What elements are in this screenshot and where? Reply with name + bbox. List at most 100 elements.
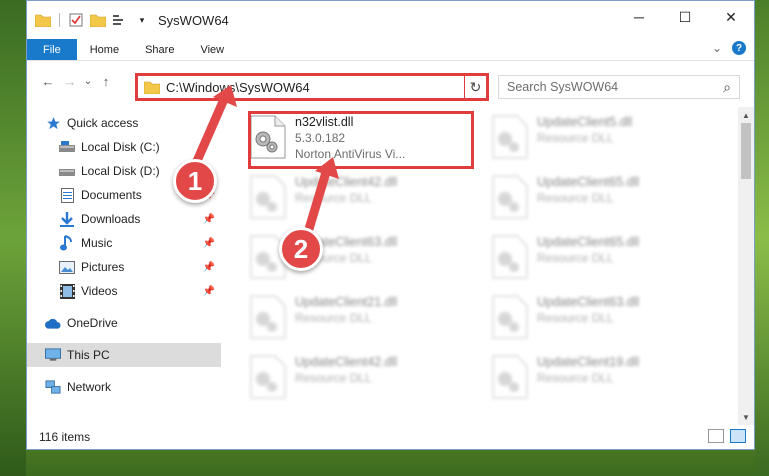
dll-file-icon [492,295,528,339]
new-folder-icon[interactable] [90,12,106,28]
sidebar-item-network[interactable]: Network [27,375,221,399]
pin-icon[interactable]: 📌 [203,238,215,249]
dll-file-icon [492,175,528,219]
file-description: Resource DLL [537,311,614,325]
scrollbar-thumb[interactable] [741,123,751,179]
minimize-button[interactable]: ─ [616,1,662,33]
file-item[interactable]: UpdateClient65.dll Resource DLL [489,231,709,287]
tab-share[interactable]: Share [132,39,187,60]
pin-icon[interactable]: 📌 [203,262,215,273]
file-item[interactable]: UpdateClient5.dll Resource DLL [489,111,709,167]
window-controls: ─ ☐ ✕ [616,1,754,33]
file-item[interactable]: UpdateClient63.dll Resource DLL [489,291,709,347]
desktop-background-left [0,0,26,476]
sidebar-item-downloads[interactable]: Downloads 📌 [27,207,221,231]
file-name: UpdateClient42.dll [295,175,398,189]
file-highlight-box [248,111,474,169]
help-icon[interactable]: ? [732,41,746,55]
file-name: UpdateClient65.dll [537,235,640,249]
view-switcher [708,429,746,443]
file-description: Resource DLL [295,371,372,385]
explorer-window: ▾ SysWOW64 ─ ☐ ✕ File Home Share View ⌄ … [26,0,755,450]
details-view-button[interactable] [708,429,724,443]
search-placeholder: Search SysWOW64 [507,80,619,94]
sidebar-item-label: Music [81,236,113,250]
recent-locations-button[interactable]: ⌄ [81,70,95,92]
customize-toolbar-icon[interactable] [112,12,128,28]
address-path[interactable]: C:\Windows\SysWOW64 [138,80,468,95]
file-description: Resource DLL [295,311,372,325]
ribbon-tabs: File Home Share View ⌄ ? [27,39,754,61]
cloud-icon [45,315,61,331]
file-name: UpdateClient19.dll [537,355,640,369]
file-name: UpdateClient65.dll [537,175,640,189]
folder-icon [35,12,51,28]
sidebar-item-label: Local Disk (C:) [81,140,160,154]
callout-two: 2 [279,227,323,271]
network-icon [45,379,61,395]
refresh-button[interactable]: ↻ [464,73,489,101]
sidebar-item-label: OneDrive [67,316,118,330]
forward-button[interactable]: → [59,70,81,92]
file-details: UpdateClient65.dll Resource DLL [537,231,639,265]
file-name: UpdateClient42.dll [295,355,398,369]
desktop-background-right [755,0,769,476]
file-details: UpdateClient42.dll Resource DLL [295,351,397,385]
large-icons-view-button[interactable] [730,429,746,443]
sidebar-item-pictures[interactable]: Pictures 📌 [27,255,221,279]
close-button[interactable]: ✕ [708,1,754,33]
maximize-button[interactable]: ☐ [662,1,708,33]
music-icon [59,235,75,251]
dll-file-icon [250,295,286,339]
callout-one: 1 [173,159,217,203]
file-item[interactable]: UpdateClient42.dll Resource DLL [247,351,467,407]
scroll-up-icon[interactable]: ▲ [738,107,754,123]
pin-icon[interactable]: 📌 [203,214,215,225]
properties-icon[interactable] [68,12,84,28]
sidebar-item-music[interactable]: Music 📌 [27,231,221,255]
title-bar: ▾ SysWOW64 ─ ☐ ✕ [27,1,754,39]
file-item[interactable]: UpdateClient42.dll Resource DLL [247,171,467,227]
ribbon-controls: ⌄ ? [712,41,746,55]
tab-file[interactable]: File [27,39,77,60]
expand-ribbon-icon[interactable]: ⌄ [712,41,722,55]
video-icon [59,283,75,299]
dll-file-icon [250,355,286,399]
file-description: Resource DLL [537,371,614,385]
file-description: Resource DLL [537,251,614,265]
sidebar-item-this-pc[interactable]: This PC [27,343,221,367]
vertical-scrollbar[interactable]: ▲ ▼ [738,107,754,425]
pictures-icon [59,259,75,275]
scroll-down-icon[interactable]: ▼ [738,409,754,425]
file-details: UpdateClient42.dll Resource DLL [295,171,397,205]
sidebar-item-label: Downloads [81,212,141,226]
file-item[interactable]: UpdateClient21.dll Resource DLL [247,291,467,347]
file-details: UpdateClient5.dll Resource DLL [537,111,632,145]
back-button[interactable]: ← [37,70,59,92]
pin-icon[interactable]: 📌 [203,286,215,297]
address-bar[interactable]: C:\Windows\SysWOW64 ⌄ [135,73,489,101]
address-text: C:\Windows\SysWOW64 [166,79,310,95]
file-details: UpdateClient19.dll Resource DLL [537,351,639,385]
file-details: UpdateClient21.dll Resource DLL [295,291,397,325]
sidebar-item-videos[interactable]: Videos 📌 [27,279,221,303]
file-description: Resource DLL [537,131,614,145]
tab-view[interactable]: View [187,39,237,60]
file-item[interactable]: UpdateClient65.dll Resource DLL [489,171,709,227]
sidebar-item-quick-access[interactable]: Quick access [27,111,221,135]
folder-icon [144,80,160,94]
sidebar-item-label: Local Disk (D:) [81,164,160,178]
star-icon [45,115,61,131]
item-count: 116 items [39,430,91,444]
sidebar-item-label: Videos [81,284,118,298]
up-button[interactable]: ↑ [95,70,117,92]
tab-home[interactable]: Home [77,39,132,60]
sidebar-item-onedrive[interactable]: OneDrive [27,311,221,335]
file-description: Resource DLL [537,191,614,205]
sidebar-item-label: Network [67,380,112,394]
search-input[interactable]: Search SysWOW64 ⌕ [498,75,740,99]
sidebar-item-local-disk-c[interactable]: Local Disk (C:) [27,135,221,159]
toolbar-dropdown-icon[interactable]: ▾ [134,12,150,28]
documents-icon [59,187,75,203]
file-item[interactable]: UpdateClient19.dll Resource DLL [489,351,709,407]
